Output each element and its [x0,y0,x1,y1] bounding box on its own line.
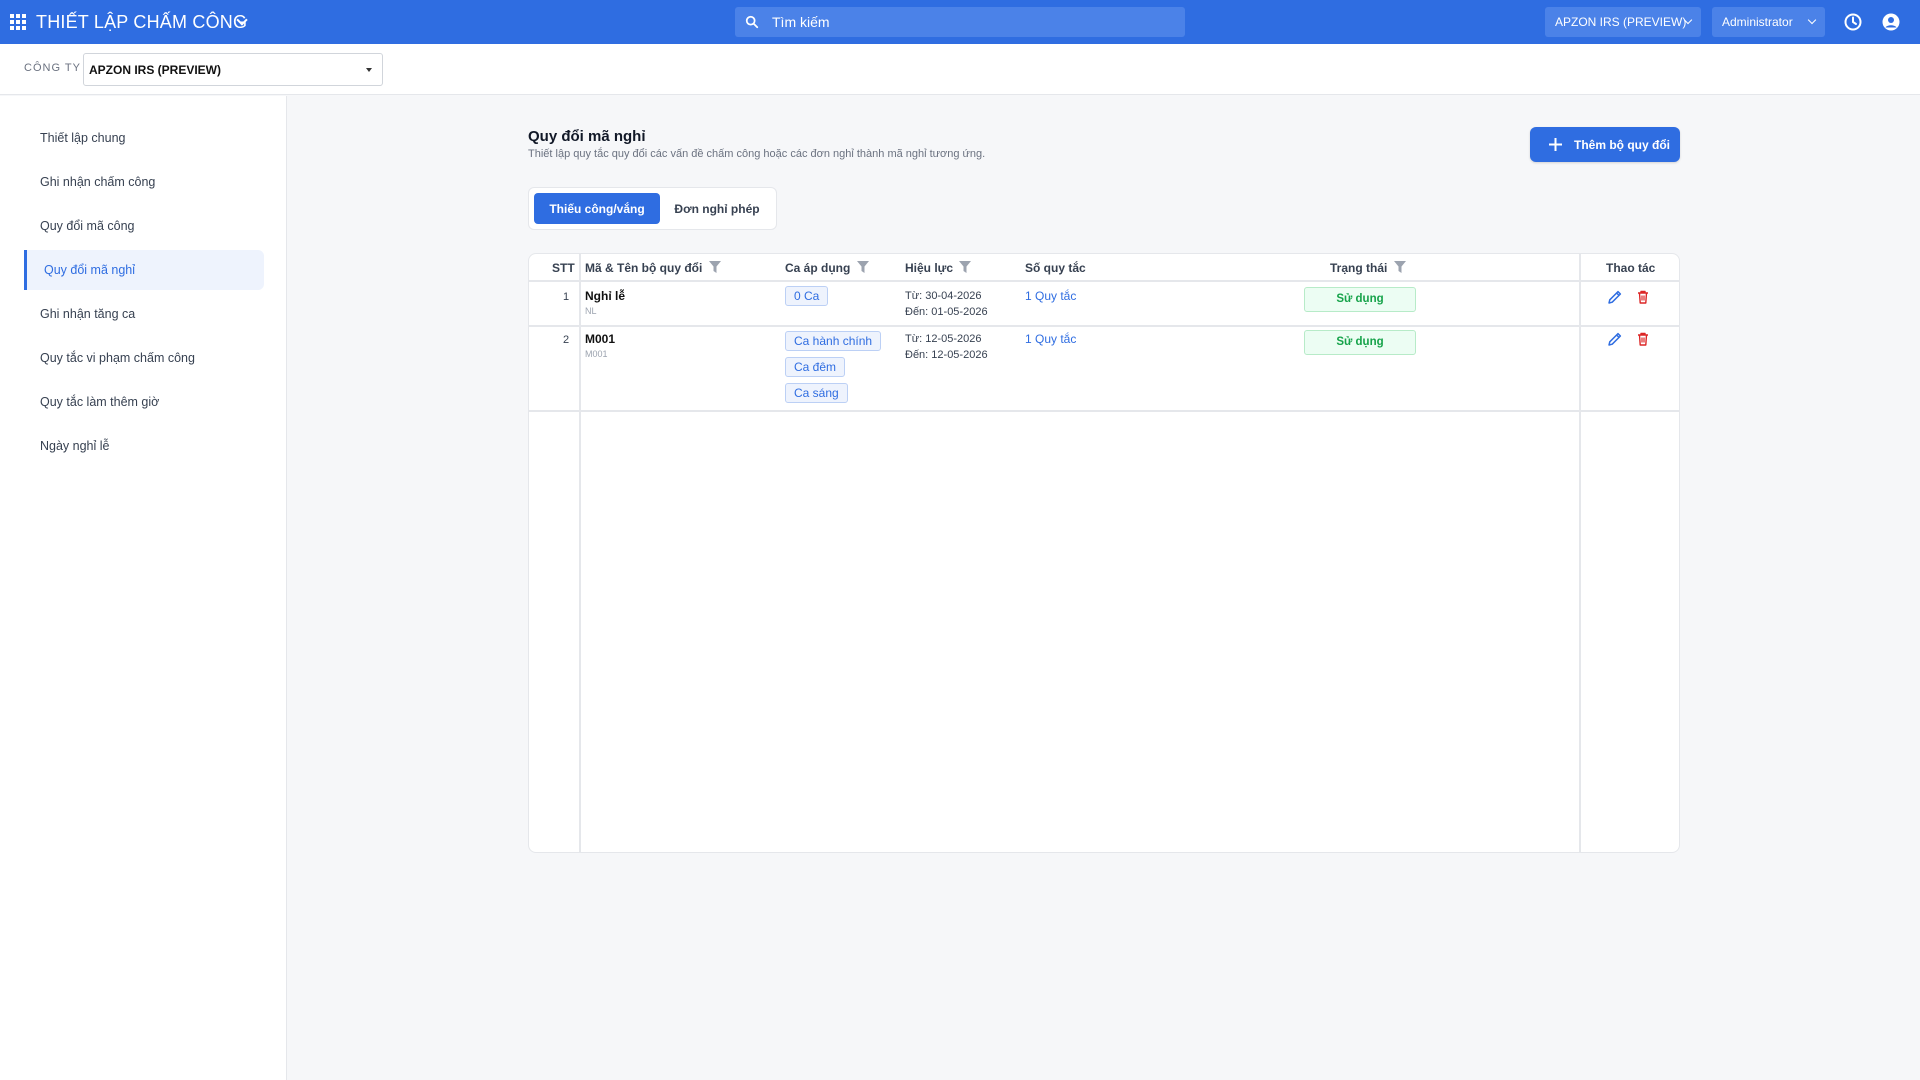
company-select[interactable]: APZON IRS (PREVIEW) [83,53,383,86]
company-switcher-label: APZON IRS (PREVIEW) [1555,15,1687,29]
company-select-value: APZON IRS (PREVIEW) [89,63,222,77]
filter-icon[interactable] [708,261,721,273]
header-code-name[interactable]: Mã & Tên bộ quy đổi [585,261,721,275]
table-header: STT Mã & Tên bộ quy đổi Ca áp dụng Hiệu … [529,254,1679,282]
sidebar: Thiết lập chung Ghi nhận chấm công Quy đ… [0,96,287,1080]
top-navbar: THIẾT LẬP CHẤM CÔNG Tìm kiếm APZON IRS (… [0,0,1920,44]
page-subtitle: Thiết lập quy tắc quy đổi các vấn đề chấ… [528,148,986,160]
sidebar-item-overtime-rules[interactable]: Quy tắc làm thêm giờ [24,382,264,422]
header-shifts[interactable]: Ca áp dụng [785,261,869,275]
header-status[interactable]: Trạng thái [1330,261,1406,275]
sidebar-item-holidays[interactable]: Ngày nghỉ lễ [24,426,264,466]
header-rules: Số quy tắc [1025,261,1086,275]
header-status-label: Trạng thái [1330,261,1388,275]
edit-pencil-icon[interactable] [1607,289,1623,305]
shift-chip[interactable]: 0 Ca [785,286,829,306]
sidebar-item-general-settings[interactable]: Thiết lập chung [24,118,264,158]
column-divider [1579,254,1581,852]
row-name: M001 [585,332,616,346]
add-conversion-set-button[interactable]: Thêm bộ quy đổi [1530,127,1680,162]
user-menu-label: Administrator [1722,15,1793,29]
sidebar-item-overtime-recording[interactable]: Ghi nhận tăng ca [24,294,264,334]
status-badge: Sử dụng [1304,330,1416,355]
sidebar-item-work-code-conversion[interactable]: Quy đổi mã công [24,206,264,246]
tab-leave-requests[interactable]: Đơn nghỉ phép [662,193,772,224]
tab-missing-absence[interactable]: Thiếu công/vắng [534,193,660,224]
tab-group: Thiếu công/vắng Đơn nghỉ phép [528,187,777,230]
delete-trash-icon[interactable] [1635,289,1651,305]
sidebar-item-attendance-violation-rules[interactable]: Quy tắc vi phạm chấm công [24,338,264,378]
header-shifts-label: Ca áp dụng [785,261,851,275]
search-placeholder[interactable]: Tìm kiếm [772,14,830,30]
header-effective[interactable]: Hiệu lực [905,261,972,275]
row-effective-from: Từ: 30-04-2026 [905,290,982,302]
company-switcher[interactable]: APZON IRS (PREVIEW) [1545,7,1701,37]
search-icon [745,15,759,29]
row-effective-to: Đến: 12-05-2026 [905,349,988,361]
conversion-table: STT Mã & Tên bộ quy đổi Ca áp dụng Hiệu … [528,253,1680,853]
header-code-name-label: Mã & Tên bộ quy đổi [585,261,703,275]
plus-icon [1549,138,1562,151]
app-title[interactable]: THIẾT LẬP CHẤM CÔNG [36,12,247,33]
row-code: M001 [585,349,608,359]
row-code: NL [585,306,597,316]
row-separator [529,410,1679,412]
sidebar-item-leave-code-conversion[interactable]: Quy đổi mã nghỉ [24,250,264,290]
apps-grid-icon[interactable] [10,14,26,30]
filter-icon[interactable] [856,261,869,273]
row-stt: 1 [563,291,570,303]
header-stt: STT [552,261,575,275]
header-actions: Thao tác [1606,261,1656,275]
clock-icon[interactable] [1843,12,1863,32]
header-effective-label: Hiệu lực [905,261,954,275]
row-effective-to: Đến: 01-05-2026 [905,306,988,318]
column-divider [579,254,581,852]
chevron-down-icon [1807,15,1817,25]
filter-icon[interactable] [959,261,972,273]
company-filter-bar: CÔNG TY APZON IRS (PREVIEW) [0,44,1920,95]
shift-chip[interactable]: Ca sáng [785,383,848,403]
filter-icon[interactable] [1393,261,1406,273]
row-name: Nghỉ lễ [585,289,626,303]
company-label: CÔNG TY [24,62,81,74]
add-button-label: Thêm bộ quy đổi [1574,137,1670,152]
delete-trash-icon[interactable] [1635,331,1651,347]
rules-count-link[interactable]: 1 Quy tắc [1025,289,1076,303]
user-avatar-icon[interactable] [1881,12,1901,32]
edit-pencil-icon[interactable] [1607,331,1623,347]
user-menu[interactable]: Administrator [1712,7,1825,37]
search-bar[interactable]: Tìm kiếm [735,7,1185,37]
status-badge: Sử dụng [1304,287,1416,312]
row-separator [529,325,1679,327]
shift-chip[interactable]: Ca hành chính [785,331,882,351]
sidebar-item-attendance-recording[interactable]: Ghi nhận chấm công [24,162,264,202]
page-title: Quy đổi mã nghỉ [528,128,646,145]
row-effective-from: Từ: 12-05-2026 [905,333,982,345]
caret-down-icon [366,68,372,72]
rules-count-link[interactable]: 1 Quy tắc [1025,332,1076,346]
row-stt: 2 [563,334,570,346]
shift-chip[interactable]: Ca đêm [785,357,846,377]
